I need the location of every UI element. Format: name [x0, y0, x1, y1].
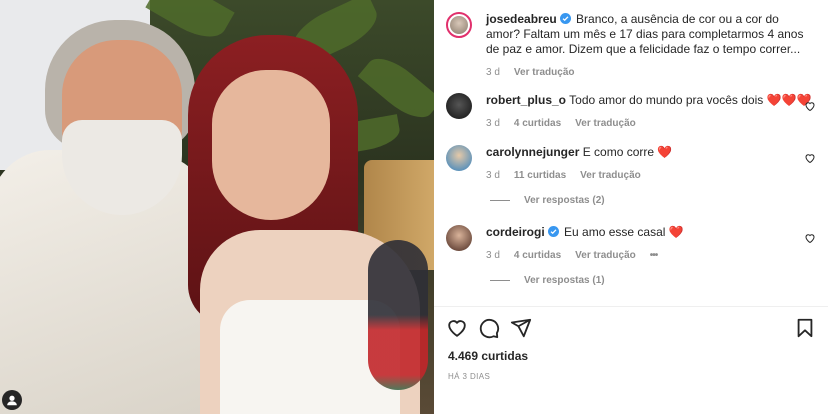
likes-count[interactable]: 4.469 curtidas — [448, 349, 528, 363]
verified-badge-icon — [547, 226, 559, 237]
comment: carolynnejunger E como corre ❤️ 3 d 11 c… — [446, 145, 816, 183]
comment-text: E como corre — [582, 145, 655, 159]
replies-line — [490, 200, 510, 201]
comment-age[interactable]: 3 d — [486, 116, 500, 131]
replies-line — [490, 280, 510, 281]
divider — [434, 306, 828, 307]
post-photo[interactable] — [0, 0, 434, 414]
comment-like-heart-icon[interactable] — [804, 100, 816, 112]
comment-age[interactable]: 3 d — [486, 168, 500, 183]
comment-username[interactable]: cordeirogi — [486, 225, 545, 239]
comment-translate-link[interactable]: Ver tradução — [575, 248, 636, 263]
heart-outline-icon[interactable] — [446, 317, 468, 339]
commenter-avatar[interactable] — [446, 93, 472, 119]
caption-age[interactable]: 3 d — [486, 65, 500, 80]
comment: robert_plus_o Todo amor do mundo pra voc… — [446, 93, 816, 131]
photo-tattoo — [368, 240, 428, 390]
commenter-avatar[interactable] — [446, 225, 472, 251]
view-replies-button[interactable]: Ver respostas (2) — [490, 195, 605, 206]
comment-icon[interactable] — [478, 317, 500, 339]
more-options-icon[interactable]: ••• — [650, 248, 658, 263]
comment-text: Eu amo esse casal — [564, 225, 666, 239]
author-username[interactable]: josedeabreu — [486, 12, 557, 26]
photo-woman-face — [212, 70, 330, 220]
view-replies-button[interactable]: Ver respostas (1) — [490, 275, 605, 286]
view-replies-label: Ver respostas (1) — [524, 275, 605, 286]
action-bar — [446, 316, 816, 340]
comment-text: Todo amor do mundo pra vocês dois — [569, 93, 764, 107]
comment-translate-link[interactable]: Ver tradução — [580, 168, 641, 183]
comment-likes[interactable]: 11 curtidas — [514, 168, 566, 183]
paper-plane-icon[interactable] — [510, 317, 532, 339]
comment: cordeirogi Eu amo esse casal ❤️ 3 d 4 cu… — [446, 225, 816, 263]
post-timestamp[interactable]: HÁ 3 DIAS — [448, 372, 490, 381]
comment-likes[interactable]: 4 curtidas — [514, 248, 561, 263]
comment-emoji: ❤️ — [657, 145, 673, 159]
author-avatar[interactable] — [446, 12, 472, 38]
post-side-panel: josedeabreu Branco, a ausência de cor ou… — [434, 0, 828, 414]
view-replies-label: Ver respostas (2) — [524, 195, 605, 206]
tagged-user-icon[interactable] — [2, 390, 22, 410]
comment-emoji: ❤️ — [668, 225, 684, 239]
commenter-avatar[interactable] — [446, 145, 472, 171]
comment-username[interactable]: carolynnejunger — [486, 145, 579, 159]
comment-likes[interactable]: 4 curtidas — [514, 116, 561, 131]
bookmark-icon[interactable] — [794, 317, 816, 339]
comment-age[interactable]: 3 d — [486, 248, 500, 263]
comment-username[interactable]: robert_plus_o — [486, 93, 566, 107]
comment-like-heart-icon[interactable] — [804, 232, 816, 244]
comment-like-heart-icon[interactable] — [804, 152, 816, 164]
caption: josedeabreu Branco, a ausência de cor ou… — [446, 12, 816, 80]
verified-badge-icon — [559, 13, 571, 24]
caption-translate-link[interactable]: Ver tradução — [514, 65, 575, 80]
comment-translate-link[interactable]: Ver tradução — [575, 116, 636, 131]
